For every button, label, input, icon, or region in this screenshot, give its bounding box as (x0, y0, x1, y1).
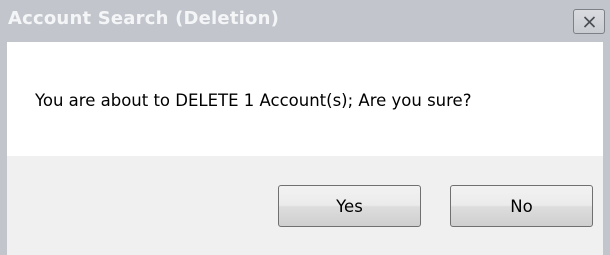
no-button[interactable]: No (450, 185, 593, 227)
confirm-dialog: Account Search (Deletion) You are about … (0, 0, 610, 255)
close-button[interactable] (573, 9, 605, 34)
title-bar[interactable]: Account Search (Deletion) (0, 0, 610, 42)
window-frame-right (603, 42, 610, 255)
close-icon (583, 15, 595, 28)
window-title: Account Search (Deletion) (8, 8, 280, 29)
confirmation-message: You are about to DELETE 1 Account(s); Ar… (35, 91, 472, 110)
yes-button[interactable]: Yes (278, 185, 421, 227)
dialog-content: You are about to DELETE 1 Account(s); Ar… (7, 42, 603, 255)
button-area: Yes No (7, 156, 603, 255)
message-area: You are about to DELETE 1 Account(s); Ar… (7, 42, 603, 156)
window-frame-left (0, 42, 7, 255)
